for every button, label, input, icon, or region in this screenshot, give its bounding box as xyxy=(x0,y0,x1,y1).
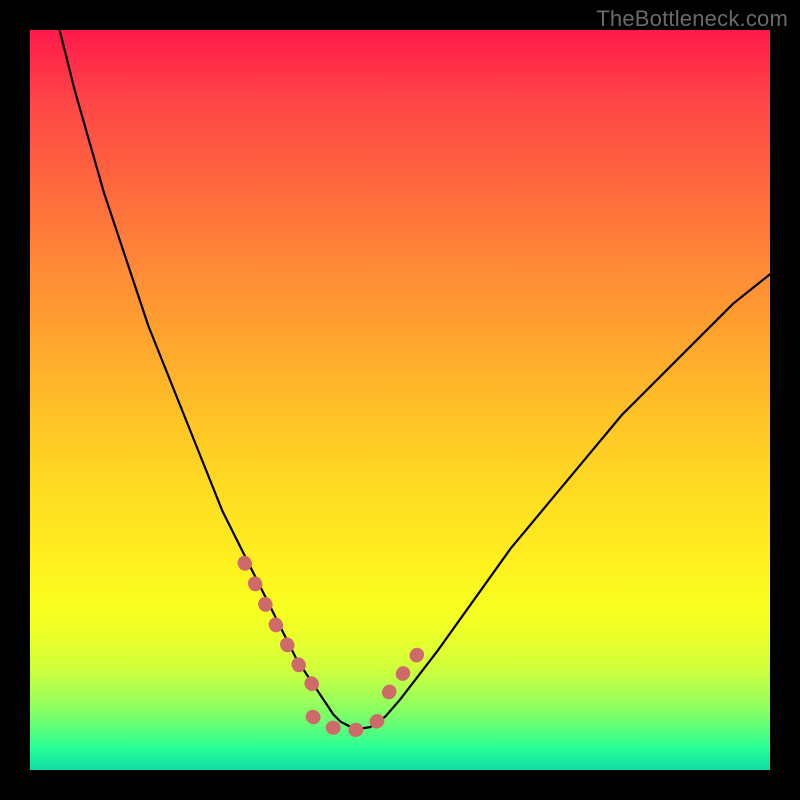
bottleneck-chart-svg xyxy=(30,30,770,770)
marker-right xyxy=(389,648,422,692)
plot-area xyxy=(30,30,770,770)
bottleneck-curve xyxy=(60,30,770,729)
marker-left xyxy=(245,563,313,685)
watermark-text: TheBottleneck.com xyxy=(596,6,788,32)
